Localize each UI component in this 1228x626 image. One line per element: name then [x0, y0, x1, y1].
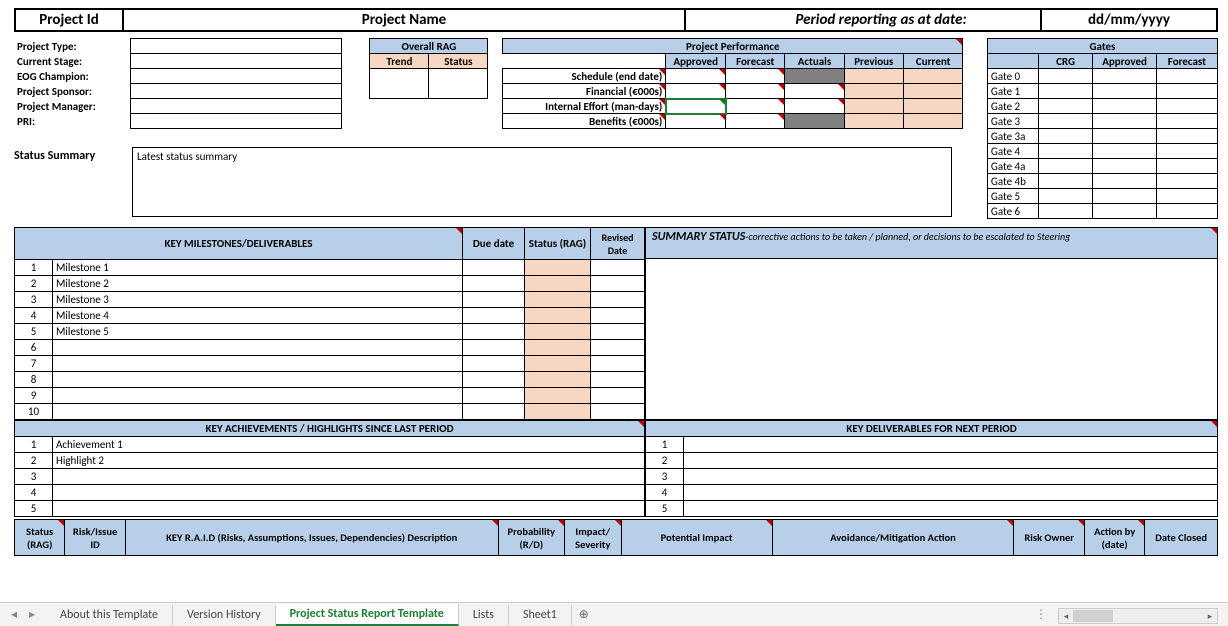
sheet-tab[interactable]: About this Template: [46, 605, 173, 625]
scroll-right-icon[interactable]: ▸: [1203, 609, 1217, 623]
sheet-tab-active[interactable]: Project Status Report Template: [276, 604, 459, 626]
raid-col-potential: Potential Impact: [621, 520, 772, 556]
raid-col-actionby: Action by (date): [1084, 520, 1144, 556]
scroll-thumb[interactable]: [1073, 610, 1113, 622]
milestones-header: KEY MILESTONES/DELIVERABLES: [15, 228, 463, 260]
gates-col-crg: CRG: [1038, 54, 1093, 69]
gate-row: Gate 3a: [987, 129, 1038, 144]
gate-row: Gate 4b: [987, 174, 1038, 189]
header-project-name: Project Name: [124, 8, 686, 32]
gate-row: Gate 4: [987, 144, 1038, 159]
raid-col-prob: Probability (R/D): [498, 520, 564, 556]
header-project-id: Project Id: [14, 8, 124, 32]
label-project-sponsor: Project Sponsor:: [14, 84, 131, 99]
raid-col-id: Risk/Issue ID: [65, 520, 125, 556]
achievements-table: KEY ACHIEVEMENTS / HIGHLIGHTS SINCE LAST…: [14, 420, 645, 517]
raid-col-desc: KEY R.A.I.D (Risks, Assumptions, Issues,…: [125, 520, 498, 556]
perf-row-benefits: Benefits (€000s): [503, 114, 666, 129]
rag-status-header: Status: [429, 54, 488, 69]
project-performance-table: Project Performance Approved Forecast Ac…: [502, 38, 963, 129]
perf-col-actuals: Actuals: [785, 54, 844, 69]
raid-col-status: Status (RAG): [15, 520, 65, 556]
achievements-header: KEY ACHIEVEMENTS / HIGHLIGHTS SINCE LAST…: [15, 421, 645, 437]
status-summary-box[interactable]: Latest status summary: [132, 147, 952, 217]
title-bar: Project Id Project Name Period reporting…: [14, 8, 1218, 32]
label-project-manager: Project Manager:: [14, 99, 131, 114]
deliverables-next-table: KEY DELIVERABLES FOR NEXT PERIOD 1 2 3 4…: [645, 420, 1218, 517]
perf-title: Project Performance: [503, 39, 963, 54]
tab-nav-first-icon[interactable]: ◂: [6, 607, 22, 623]
label-project-type: Project Type:: [14, 39, 131, 54]
add-sheet-icon[interactable]: ⊕: [572, 607, 596, 622]
input-project-manager[interactable]: [131, 99, 342, 114]
sheet-tab-bar: ◂ ▸ About this Template Version History …: [0, 602, 1228, 626]
project-meta: Project Type: Current Stage: EOG Champio…: [14, 38, 342, 129]
rag-status-cell[interactable]: [429, 69, 488, 99]
raid-col-impact: Impact/ Severity: [565, 520, 621, 556]
raid-table: Status (RAG) Risk/Issue ID KEY R.A.I.D (…: [14, 519, 1218, 556]
gates-table: Gates CRG Approved Forecast Gate 0 Gate …: [987, 38, 1218, 219]
perf-row-schedule: Schedule (end date): [503, 69, 666, 84]
milestone-desc[interactable]: Milestone 1: [53, 260, 463, 276]
input-eog-champion[interactable]: [131, 69, 342, 84]
rag-trend-header: Trend: [370, 54, 429, 69]
gates-col-forecast: Forecast: [1156, 54, 1217, 69]
input-project-sponsor[interactable]: [131, 84, 342, 99]
summary-status-header: SUMMARY STATUS-corrective actions to be …: [645, 227, 1218, 259]
gate-row: Gate 6: [987, 204, 1038, 219]
label-current-stage: Current Stage:: [14, 54, 131, 69]
label-pri: PRI:: [14, 114, 131, 129]
status-summary-label: Status Summary: [14, 147, 132, 217]
header-period-label: Period reporting as at date:: [722, 8, 1042, 32]
gate-row: Gate 3: [987, 114, 1038, 129]
tab-overflow-icon[interactable]: ⋮: [1035, 607, 1048, 622]
milestones-table: KEY MILESTONES/DELIVERABLES Due date Sta…: [14, 227, 645, 420]
label-eog-champion: EOG Champion:: [14, 69, 131, 84]
perf-row-effort: Internal Effort (man-days): [503, 99, 666, 114]
gate-row: Gate 5: [987, 189, 1038, 204]
sheet-tab[interactable]: Version History: [173, 605, 276, 625]
milestones-status-header: Status (RAG): [525, 228, 591, 260]
sheet-tab[interactable]: Lists: [459, 605, 509, 625]
milestones-due-header: Due date: [463, 228, 525, 260]
perf-col-current: Current: [904, 54, 963, 69]
raid-col-closed: Date Closed: [1145, 520, 1218, 556]
milestones-revised-header: Revised Date: [591, 228, 645, 260]
raid-col-mitigation: Avoidance/Mitigation Action: [772, 520, 1014, 556]
perf-row-financial: Financial (€000s): [503, 84, 666, 99]
tab-nav-prev-icon[interactable]: ▸: [24, 607, 40, 623]
gates-title: Gates: [987, 39, 1217, 54]
input-project-type[interactable]: [131, 39, 342, 54]
header-date[interactable]: dd/mm/yyyy: [1042, 8, 1218, 32]
achievement-desc[interactable]: Achievement 1: [53, 437, 645, 453]
input-pri[interactable]: [131, 114, 342, 129]
perf-col-forecast: Forecast: [726, 54, 785, 69]
overall-rag-box: Overall RAG Trend Status: [369, 38, 488, 99]
gates-col-approved: Approved: [1093, 54, 1156, 69]
gate-row: Gate 0: [987, 69, 1038, 84]
gate-row: Gate 2: [987, 99, 1038, 114]
deliverables-next-header: KEY DELIVERABLES FOR NEXT PERIOD: [646, 421, 1218, 437]
horizontal-scrollbar[interactable]: ◂ ▸: [1058, 608, 1218, 624]
summary-status-body[interactable]: [645, 259, 1218, 420]
input-current-stage[interactable]: [131, 54, 342, 69]
raid-col-owner: Risk Owner: [1014, 520, 1085, 556]
gate-row: Gate 1: [987, 84, 1038, 99]
sheet-tab[interactable]: Sheet1: [509, 605, 572, 625]
rag-trend-cell[interactable]: [370, 69, 429, 99]
rag-title: Overall RAG: [370, 39, 488, 54]
gate-row: Gate 4a: [987, 159, 1038, 174]
perf-col-previous: Previous: [844, 54, 903, 69]
perf-col-approved: Approved: [666, 54, 726, 69]
scroll-left-icon[interactable]: ◂: [1059, 609, 1073, 623]
